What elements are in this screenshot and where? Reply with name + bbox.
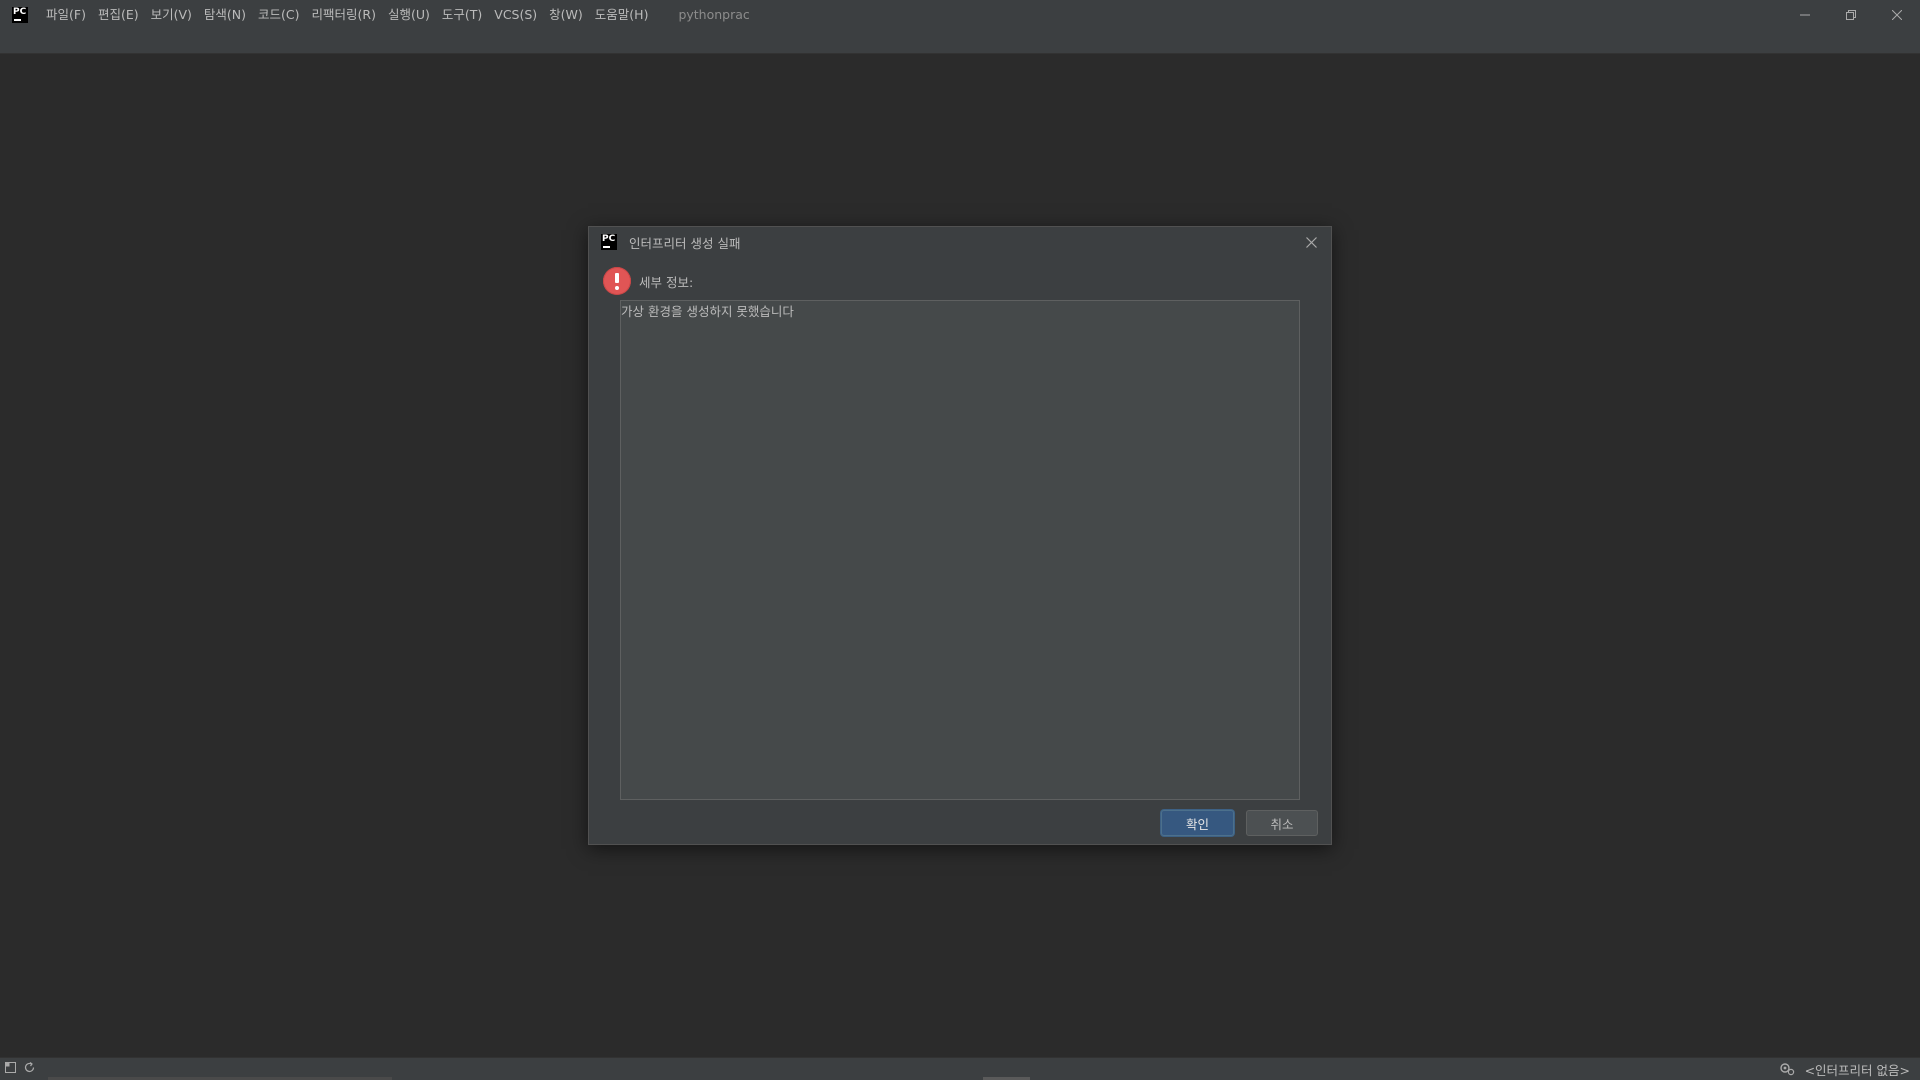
window-close-button[interactable] [1874, 0, 1920, 29]
pycharm-logo-icon: PC [601, 234, 617, 250]
cancel-button[interactable]: 취소 [1246, 810, 1318, 836]
menu-run[interactable]: 실행(U) [382, 0, 436, 29]
ok-button[interactable]: 확인 [1161, 810, 1234, 836]
window-controls [1782, 0, 1920, 29]
detail-label: 세부 정보: [639, 274, 694, 290]
toolbar [0, 29, 1920, 54]
window-layout-icon[interactable] [4, 1061, 17, 1074]
dialog-close-button[interactable] [1303, 234, 1319, 250]
menu-file[interactable]: 파일(F) [40, 0, 92, 29]
main-menu: 파일(F) 편집(E) 보기(V) 탐색(N) 코드(C) 리팩터링(R) 실행… [40, 0, 654, 29]
detail-text-area[interactable]: 가상 환경을 생성하지 못했습니다 [620, 300, 1300, 800]
pycharm-logo-icon: PC [12, 6, 28, 23]
menu-view[interactable]: 보기(V) [145, 0, 198, 29]
status-left [4, 1061, 36, 1074]
interpreter-settings-icon[interactable] [1779, 1062, 1795, 1076]
project-name: pythonprac [678, 7, 750, 22]
menu-tools[interactable]: 도구(T) [436, 0, 488, 29]
menu-navigate[interactable]: 탐색(N) [198, 0, 252, 29]
dialog-header[interactable]: PC 인터프리터 생성 실패 [589, 227, 1331, 257]
menu-code[interactable]: 코드(C) [252, 0, 305, 29]
menu-window[interactable]: 창(W) [543, 0, 589, 29]
sync-icon[interactable] [23, 1061, 36, 1074]
status-bar: <인터프리터 없음> [0, 1057, 1920, 1080]
restore-button[interactable] [1828, 0, 1874, 29]
menu-edit[interactable]: 편집(E) [92, 0, 145, 29]
detail-message: 가상 환경을 생성하지 못했습니다 [621, 304, 794, 319]
detail-row: 세부 정보: [603, 267, 693, 295]
error-icon [603, 267, 631, 295]
interpreter-error-dialog: PC 인터프리터 생성 실패 세부 정보: 가상 환경을 생성하지 못했습니다 … [588, 226, 1332, 845]
status-right: <인터프리터 없음> [1779, 1058, 1910, 1080]
menu-help[interactable]: 도움말(H) [589, 0, 655, 29]
close-icon [1305, 236, 1317, 248]
title-bar: PC 파일(F) 편집(E) 보기(V) 탐색(N) 코드(C) 리팩터링(R)… [0, 0, 1920, 29]
menu-vcs[interactable]: VCS(S) [488, 0, 543, 29]
interpreter-status[interactable]: <인터프리터 없음> [1805, 1060, 1910, 1079]
minimize-button[interactable] [1782, 0, 1828, 29]
minimize-icon [1800, 14, 1810, 15]
dialog-title: 인터프리터 생성 실패 [629, 235, 741, 251]
close-icon [1892, 9, 1902, 20]
menu-refactor[interactable]: 리팩터링(R) [306, 0, 382, 29]
restore-icon [1846, 9, 1856, 20]
